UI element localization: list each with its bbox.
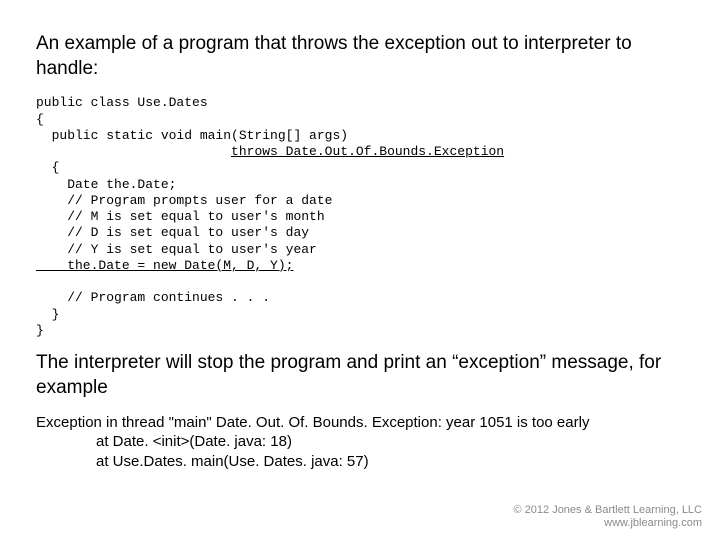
code-line-throws: throws Date.Out.Of.Bounds.Exception xyxy=(231,144,504,159)
outro-text: The interpreter will stop the program an… xyxy=(36,351,684,400)
code-line: // Y is set equal to user's year xyxy=(36,242,317,257)
code-line-newdate: the.Date = new Date(M, D, Y); xyxy=(36,258,293,273)
code-line: { xyxy=(36,160,59,175)
footer: © 2012 Jones & Bartlett Learning, LLC ww… xyxy=(514,504,703,530)
trace-line: Exception in thread "main" Date. Out. Of… xyxy=(36,414,589,431)
code-line: } xyxy=(36,307,59,322)
code-line: // Program continues . . . xyxy=(36,290,270,305)
code-block: public class Use.Dates { public static v… xyxy=(36,95,684,339)
code-line: } xyxy=(36,323,44,338)
footer-url: www.jblearning.com xyxy=(514,517,703,530)
code-line: // M is set equal to user's month xyxy=(36,209,325,224)
code-line: public class Use.Dates xyxy=(36,95,208,110)
code-line: // D is set equal to user's day xyxy=(36,225,309,240)
slide: An example of a program that throws the … xyxy=(0,0,720,540)
stack-trace: Exception in thread "main" Date. Out. Of… xyxy=(36,413,684,472)
code-line: { xyxy=(36,112,44,127)
trace-at: at Date. <init>(Date. java: 18) xyxy=(36,432,684,452)
code-line xyxy=(36,144,231,159)
code-line: // Program prompts user for a date xyxy=(36,193,332,208)
code-line: Date the.Date; xyxy=(36,177,176,192)
code-line: public static void main(String[] args) xyxy=(36,128,348,143)
trace-at: at Use.Dates. main(Use. Dates. java: 57) xyxy=(36,452,684,472)
intro-text: An example of a program that throws the … xyxy=(36,32,684,81)
footer-copyright: © 2012 Jones & Bartlett Learning, LLC xyxy=(514,504,703,517)
